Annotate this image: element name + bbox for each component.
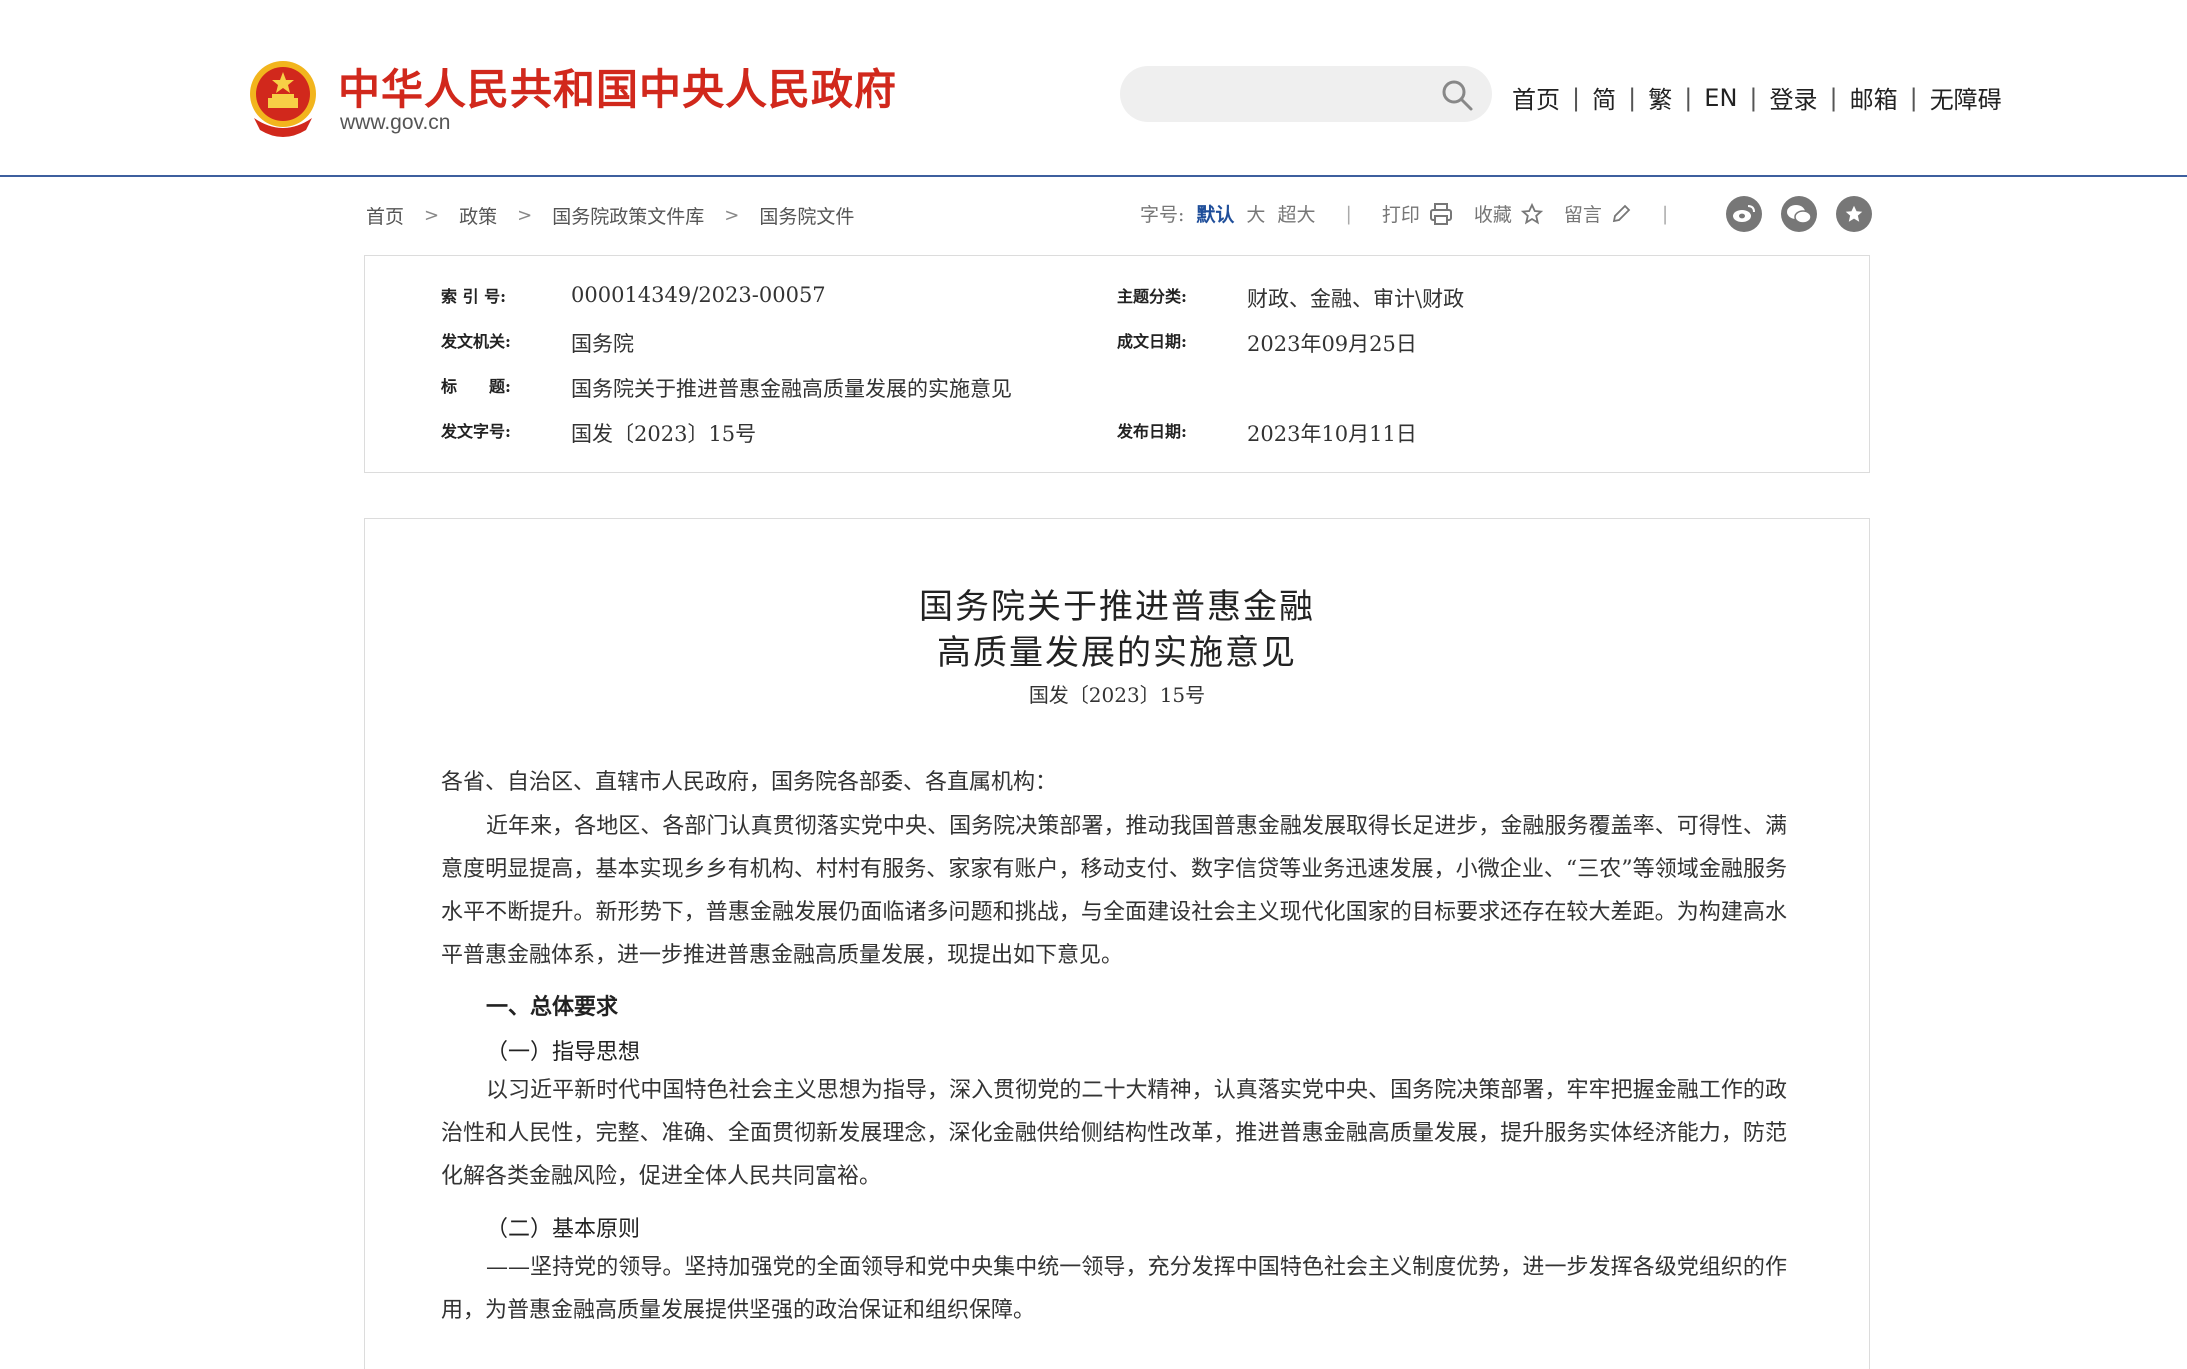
print-button[interactable]: 打印 [1382,200,1454,227]
nav-login-link[interactable]: 登录 [1770,80,1818,115]
print-label: 打印 [1381,204,1420,226]
nav-separator: | [1749,83,1758,112]
topic-label: 主题分类: [1117,287,1187,306]
subsection-heading-guiding-ideology: （一）指导思想 [486,1040,641,1065]
search-input[interactable] [1144,76,1448,114]
pencil-icon [1612,204,1631,222]
paragraph-party-leadership: ——坚持党的领导。坚持加强党的全面领导和党中央集中统一领导，充分发挥中国特色社会… [441,1255,1787,1323]
title-label: 标 题: [441,377,511,396]
font-size-large[interactable]: 大 [1246,200,1265,227]
paragraph-intro: 近年来，各地区、各部门认真贯彻落实党中央、国务院决策部署，推动我国普惠金融发展取… [441,814,1787,968]
document-info-box: 索 引 号: 000014349/2023-00057 主题分类: 财政、金融、… [364,255,1870,473]
font-size-label: 字号: [1140,204,1185,226]
docno-value: 国发〔2023〕15号 [571,422,757,446]
article-body: 国务院关于推进普惠金融 高质量发展的实施意见 国发〔2023〕15号 各省、自治… [364,518,1870,1369]
site-title[interactable]: 中华人民共和国中央人民政府 [338,56,897,117]
issuer-label: 发文机关: [441,332,511,351]
breadcrumb-home[interactable]: 首页 [366,202,404,229]
nav-accessibility-link[interactable]: 无障碍 [1930,80,2002,115]
nav-separator: | [1684,83,1693,112]
issuer-value: 国务院 [571,332,634,356]
article-doc-number: 国发〔2023〕15号 [1028,683,1206,707]
star-glyph [1845,205,1863,222]
nav-separator: | [1572,83,1581,112]
weibo-icon[interactable] [1726,196,1762,232]
nav-separator: | [1829,83,1838,112]
favorite-button[interactable]: 收藏 [1474,200,1544,227]
published-date-label: 发布日期: [1117,422,1187,441]
nav-simplified-link[interactable]: 简 [1592,80,1616,115]
nav-mail-link[interactable]: 邮箱 [1850,80,1898,115]
comment-button[interactable]: 留言 [1564,200,1632,227]
index-value: 000014349/2023-00057 [571,283,826,307]
chevron-right-icon: > [517,205,533,226]
top-nav: 首页 | 简 | 繁 | EN | 登录 | 邮箱 | 无障碍 [1512,80,2002,115]
printer-icon [1429,202,1452,225]
salutation: 各省、自治区、直辖市人民政府，国务院各部委、各直属机构： [441,770,1058,795]
breadcrumb-state-council-docs[interactable]: 国务院文件 [759,202,854,229]
section-heading-general-requirements: 一、总体要求 [486,994,619,1020]
nav-english-link[interactable]: EN [1704,84,1737,112]
topic-value: 财政、金融、审计\财政 [1247,287,1465,311]
nav-separator: | [1628,83,1637,112]
star-outline-icon [1520,202,1544,224]
search-icon[interactable] [1440,78,1474,112]
search-box [1120,66,1492,122]
star-icon[interactable] [1836,196,1872,232]
subsection-heading-basic-principles: （二）基本原则 [486,1217,641,1242]
published-date-value: 2023年10月11日 [1247,422,1417,446]
toolbar-divider: | [1345,202,1352,225]
share-icons [1726,196,1891,232]
font-size-default[interactable]: 默认 [1196,200,1234,227]
created-date-value: 2023年09月25日 [1247,332,1417,356]
paragraph-guiding-ideology: 以习近平新时代中国特色社会主义思想为指导，深入贯彻党的二十大精神，认真落实党中央… [441,1078,1787,1189]
article-toolbar: 字号: 默认 大 超大 | 打印 收藏 留言 | [1140,200,1698,227]
site-url[interactable]: www.gov.cn [340,111,451,135]
toolbar-divider: | [1661,202,1669,225]
national-emblem-icon[interactable] [246,58,320,138]
site-header: 中华人民共和国中央人民政府 www.gov.cn 首页 | 简 | 繁 | EN | 登… [0,0,2187,177]
title-value: 国务院关于推进普惠金融高质量发展的实施意见 [571,377,1012,401]
article-title-line2: 高质量发展的实施意见 [937,633,1297,673]
article-title-line1: 国务院关于推进普惠金融 [919,587,1315,627]
favorite-label: 收藏 [1473,204,1512,226]
nav-traditional-link[interactable]: 繁 [1648,80,1672,115]
index-label: 索 引 号: [441,287,507,306]
chevron-right-icon: > [724,205,740,226]
docno-label: 发文字号: [441,422,511,441]
created-date-label: 成文日期: [1117,332,1187,351]
font-size-xlarge[interactable]: 超大 [1277,200,1315,227]
wechat-glyph [1787,205,1812,224]
breadcrumb-policy[interactable]: 政策 [459,202,497,229]
nav-home-link[interactable]: 首页 [1512,80,1560,115]
breadcrumb-policy-library[interactable]: 国务院政策文件库 [552,202,704,229]
comment-label: 留言 [1563,204,1602,226]
nav-separator: | [1909,83,1918,112]
breadcrumb: 首页 > 政策 > 国务院政策文件库 > 国务院文件 [366,202,854,229]
weibo-glyph [1733,205,1755,222]
chevron-right-icon: > [424,205,440,226]
wechat-icon[interactable] [1781,196,1817,232]
